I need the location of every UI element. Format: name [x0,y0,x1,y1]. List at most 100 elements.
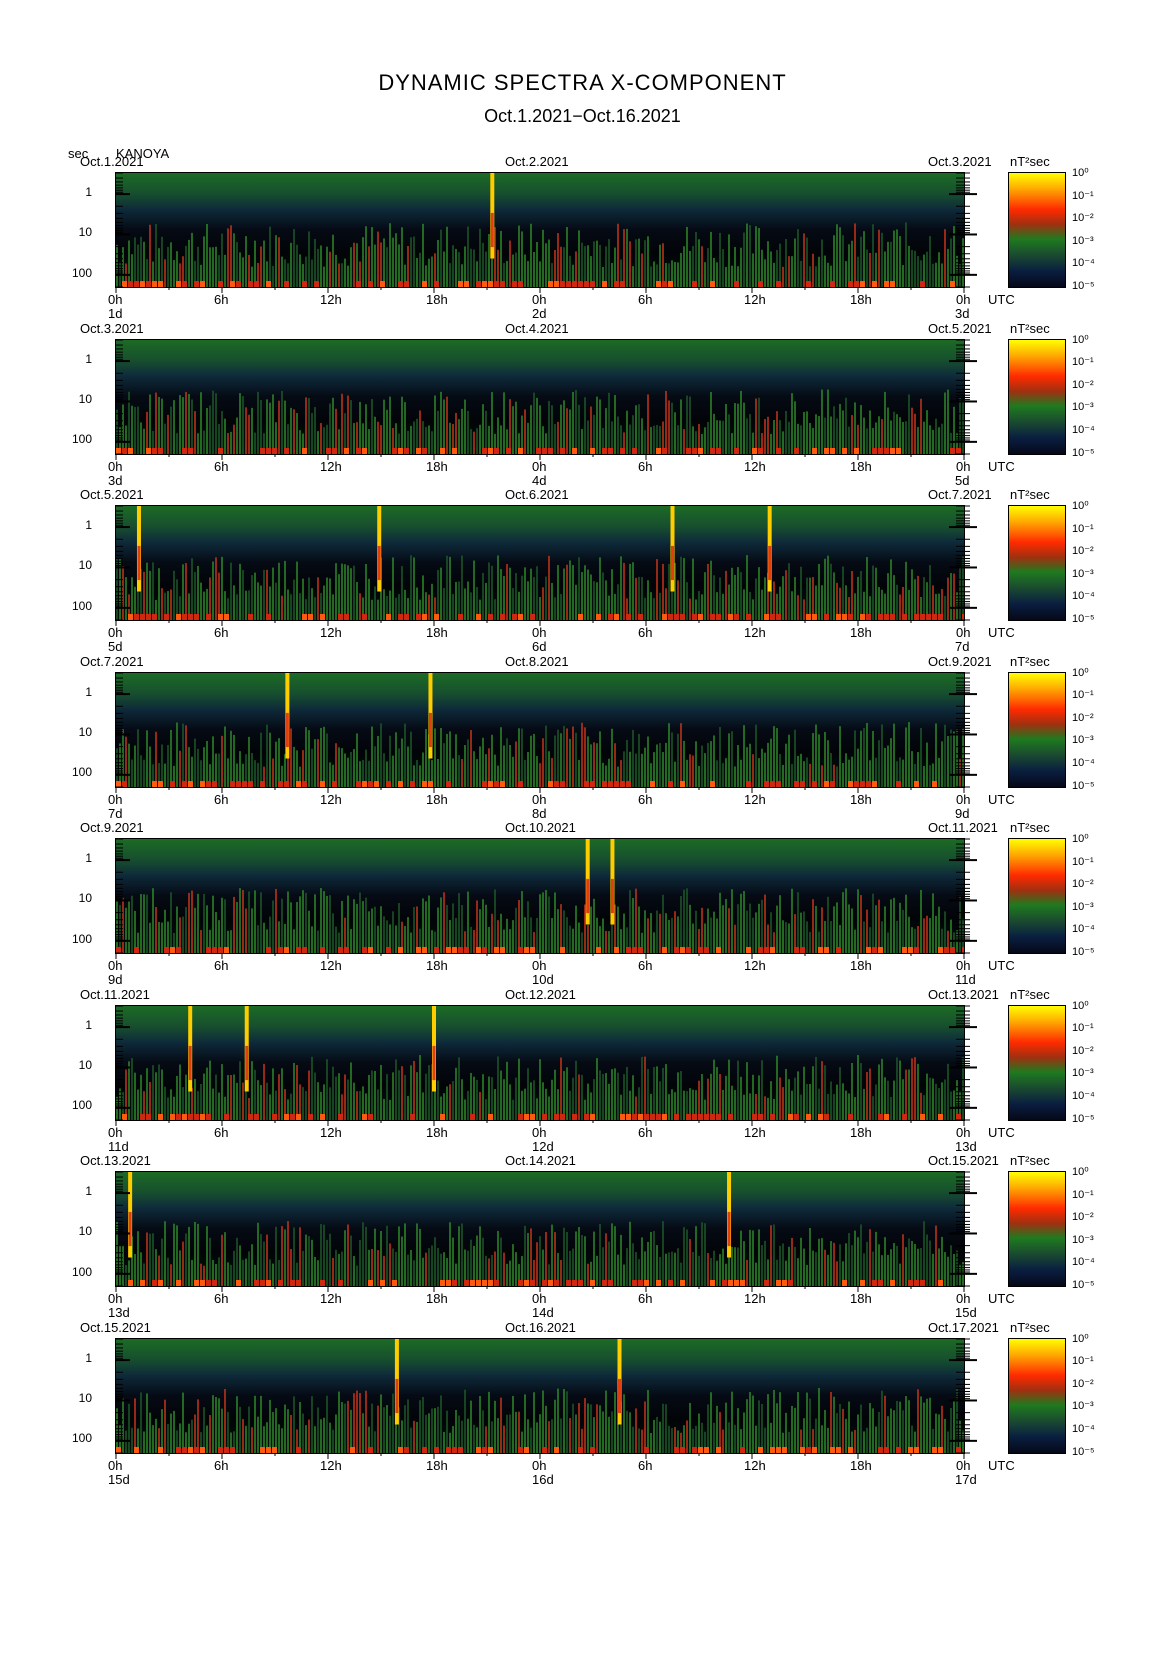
colorbar-tick: 10⁰ [1072,833,1089,845]
x-tick-label: 6h [214,292,229,307]
x-tick-label: 6h [638,1291,653,1306]
x-tick-label: 0h [956,625,971,640]
colorbar [1008,338,1066,455]
colorbar-unit: nT²sec [1010,1319,1050,1335]
colorbar [1008,1171,1066,1287]
x-tick-label: 0h [956,1124,971,1140]
x-axis-unit: UTC [988,1124,1015,1140]
colorbar-tick: 10⁻² [1072,1044,1094,1057]
spectra-panel: Oct.7.2021 Oct.8.2021 Oct.9.2021 1 10 100 0h 6h… [0,642,1165,821]
x-tick-label: 18h [850,958,872,973]
x-tick-label: 6h [214,1457,229,1473]
x-tick-label: 6h [638,458,653,474]
colorbar-tick: 10⁻² [1072,878,1094,891]
colorbar [1008,671,1066,788]
x-tick-label: 6h [638,292,653,307]
colorbar-tick: 10⁻⁴ [1072,1256,1095,1269]
x-tick-label: 0h [108,1291,123,1306]
x-tick-label: 12h [744,1124,766,1140]
x-tick-label: 18h [850,458,872,474]
x-axis-unit: UTC [988,625,1015,640]
x-tick-label: 18h [426,625,448,640]
colorbar-tick: 10⁻² [1072,1211,1094,1224]
x-tick-label: 0h [108,458,123,474]
colorbar-tick: 10⁻⁴ [1072,590,1095,603]
x-tick-label: 0h [108,958,123,973]
day-label: 16d [532,1471,554,1487]
colorbar-tick: 10⁻¹ [1072,855,1094,868]
x-tick-label: 6h [214,1291,229,1306]
colorbar-tick: 10⁻³ [1072,234,1094,247]
x-tick-label: 6h [638,1457,653,1473]
colorbar-tick: 10⁻³ [1072,1233,1094,1246]
x-tick-label: 18h [426,292,448,307]
colorbar-tick: 10⁰ [1072,500,1089,512]
colorbar-tick: 10⁻⁴ [1072,257,1095,270]
colorbar-tick: 10⁰ [1072,666,1089,679]
x-tick-label: 6h [638,958,653,973]
colorbar-tick: 10⁻³ [1072,567,1094,580]
x-tick-label: 0h [532,458,547,474]
x-tick-label: 0h [532,292,547,307]
x-tick-label: 0h [956,458,971,474]
x-tick-label: 12h [320,625,342,640]
x-tick-label: 0h [108,1457,123,1473]
x-tick-label: 12h [744,458,766,474]
x-tick-label: 0h [532,958,547,973]
colorbar-tick: 10⁻⁵ [1072,1445,1095,1458]
x-tick-label: 18h [850,791,872,807]
x-tick-label: 0h [108,292,123,307]
colorbar-tick: 10⁻³ [1072,401,1094,414]
spectra-panel: Oct.5.2021 Oct.6.2021 Oct.7.2021 1 10 100 0h 6h… [0,475,1165,654]
x-tick-label: 0h [956,791,971,807]
x-tick-label: 12h [320,1457,342,1473]
day-label: 15d [108,1471,130,1487]
x-axis-unit: UTC [988,791,1015,807]
colorbar-tick: 10⁻³ [1072,1067,1094,1080]
colorbar-tick: 10⁻⁴ [1072,423,1095,436]
x-tick-label: 6h [214,625,229,640]
x-axis-unit: UTC [988,1457,1015,1473]
x-tick-label: 6h [214,958,229,973]
x-tick-label: 0h [108,1124,123,1140]
colorbar-tick: 10⁻³ [1072,900,1094,913]
colorbar-tick: 10⁻¹ [1072,1188,1094,1201]
x-tick-label: 18h [426,791,448,807]
x-tick-label: 18h [426,458,448,474]
x-tick-label: 12h [744,1291,766,1306]
colorbar-tick: 10⁻¹ [1072,1355,1094,1368]
spectra-panel: Oct.13.2021 Oct.14.2021 Oct.15.2021 1 10 100 0… [0,1141,1165,1320]
x-tick-label: 6h [214,1124,229,1140]
x-tick-label: 6h [638,625,653,640]
x-tick-label: 18h [426,1291,448,1306]
colorbar-tick: 10⁰ [1072,167,1089,179]
colorbar-tick: 10⁻² [1072,1377,1094,1390]
x-tick-label: 12h [320,958,342,973]
chart-subtitle: Oct.1.2021−Oct.16.2021 [484,106,681,126]
x-tick-label: 0h [532,625,547,640]
colorbar-tick: 10⁻¹ [1072,1022,1094,1035]
colorbar-tick: 10⁻⁵ [1072,446,1095,459]
colorbar-unit: nT²sec [1010,320,1050,336]
x-tick-label: 18h [426,958,448,973]
x-tick-label: 0h [532,1291,547,1306]
colorbar-tick: 10⁰ [1072,999,1089,1012]
colorbar [1008,838,1066,954]
x-tick-label: 0h [956,292,971,307]
colorbar-tick: 10⁻⁴ [1072,1089,1095,1102]
x-tick-label: 18h [426,1124,448,1140]
colorbar-tick: 10⁻⁴ [1072,756,1095,769]
x-tick-label: 0h [956,958,971,973]
x-tick-label: 18h [850,1124,872,1140]
x-tick-label: 12h [320,458,342,474]
x-tick-label: 18h [850,1291,872,1306]
x-tick-label: 12h [320,1124,342,1140]
x-axis-unit: UTC [988,958,1015,973]
x-axis-unit: UTC [988,458,1015,474]
colorbar-tick: 10⁻⁵ [1072,1279,1095,1291]
x-tick-label: 12h [744,791,766,807]
colorbar-unit: nT²sec [1010,154,1050,169]
colorbar-tick: 10⁻³ [1072,734,1094,747]
colorbar-tick: 10⁻⁵ [1072,946,1095,958]
colorbar-tick: 10⁻⁴ [1072,923,1095,936]
